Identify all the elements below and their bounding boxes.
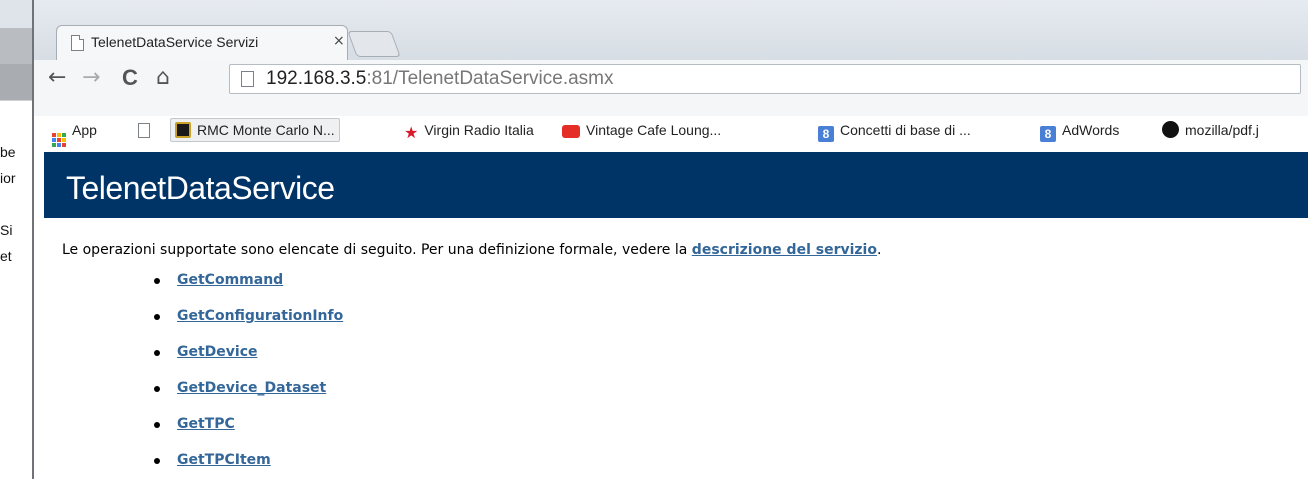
operation-link-gettpcitem[interactable]: GetTPCItem: [177, 452, 271, 468]
back-arrow-icon[interactable]: ←: [48, 65, 66, 91]
background-window: be ior Si et: [0, 0, 34, 479]
bullet-icon: [154, 278, 160, 284]
bullet-icon: [154, 314, 160, 320]
bookmark-adwords[interactable]: 8 AdWords: [1040, 118, 1119, 142]
bookmark-apps[interactable]: App: [52, 118, 97, 147]
divider: [0, 100, 34, 101]
operation-link-getconfigurationinfo[interactable]: GetConfigurationInfo: [177, 308, 343, 324]
background-text: et: [0, 248, 12, 264]
youtube-icon: [562, 125, 580, 138]
bullet-icon: [154, 386, 160, 392]
url-host: 192.168.3.5: [266, 68, 367, 89]
page-icon: [71, 35, 84, 51]
bookmark-label: App: [72, 122, 97, 138]
bullet-icon: [154, 458, 160, 464]
home-icon[interactable]: ⌂: [156, 65, 170, 91]
bookmark-label: mozilla/pdf.j: [1185, 122, 1259, 138]
url-path: :81/TelenetDataService.asmx: [366, 68, 614, 89]
google-icon: 8: [818, 126, 834, 142]
bookmark-label: Vintage Cafe Loung...: [586, 122, 722, 138]
bookmark-concetti[interactable]: 8 Concetti di base di ...: [818, 118, 971, 142]
bookmark-label: AdWords: [1062, 122, 1120, 138]
background-window-panel: [0, 28, 34, 64]
operation-link-gettpc[interactable]: GetTPC: [177, 416, 235, 432]
bookmark-vintage-cafe[interactable]: Vintage Cafe Loung...: [562, 118, 721, 142]
bookmark-label: RMC Monte Carlo N...: [197, 122, 335, 138]
forward-arrow-icon[interactable]: →: [82, 65, 100, 91]
service-description-link[interactable]: descrizione del servizio: [692, 242, 877, 258]
operation-link-getcommand[interactable]: GetCommand: [177, 272, 283, 288]
virgin-star-icon: ★: [404, 125, 419, 142]
rmc-icon: [175, 122, 191, 138]
bookmark-label: Concetti di base di ...: [840, 122, 971, 138]
tab-title: TelenetDataService Servizi: [91, 34, 259, 50]
background-window-panel-dark: [0, 64, 34, 100]
operation-link-getdevice-dataset[interactable]: GetDevice_Dataset: [177, 380, 326, 396]
browser-window: TelenetDataService Servizi × ← → C ⌂ 192…: [34, 0, 1308, 479]
page-title: TelenetDataService: [66, 170, 335, 206]
toolbar: ← → C ⌂ 192.168.3.5:81/TelenetDataServic…: [34, 60, 1308, 147]
bookmark-blank[interactable]: [138, 118, 156, 142]
github-icon: [1162, 121, 1179, 138]
bookmark-rmc[interactable]: RMC Monte Carlo N...: [170, 118, 340, 142]
reload-icon[interactable]: C: [122, 65, 138, 91]
google-icon: 8: [1040, 126, 1056, 142]
operation-link-getdevice[interactable]: GetDevice: [177, 344, 258, 360]
bullet-icon: [154, 422, 160, 428]
intro-text: Le operazioni supportate sono elencate d…: [62, 242, 692, 258]
background-text: ior: [0, 170, 16, 186]
bookmark-label: Virgin Radio Italia: [424, 122, 534, 138]
apps-grid-icon: [52, 133, 66, 147]
address-bar[interactable]: 192.168.3.5:81/TelenetDataService.asmx: [229, 64, 1301, 94]
url-text: 192.168.3.5:81/TelenetDataService.asmx: [266, 68, 614, 90]
page-icon: [241, 71, 254, 87]
bookmark-mozilla-pdfjs[interactable]: mozilla/pdf.j: [1162, 118, 1259, 142]
background-text: be: [0, 144, 16, 160]
background-window-titlebar: [0, 0, 34, 28]
intro-end: .: [876, 242, 882, 258]
page-header: TelenetDataService: [44, 152, 1308, 218]
intro-paragraph: Le operazioni supportate sono elencate d…: [62, 242, 881, 258]
close-icon[interactable]: ×: [333, 33, 345, 49]
browser-tab[interactable]: TelenetDataService Servizi ×: [56, 25, 348, 62]
page-content: TelenetDataService Le operazioni support…: [34, 152, 1308, 479]
blank-page-icon: [138, 123, 150, 138]
new-tab-button[interactable]: [347, 31, 401, 57]
bookmark-virgin[interactable]: ★ Virgin Radio Italia: [404, 118, 534, 142]
background-text: Si: [0, 222, 13, 238]
bullet-icon: [154, 350, 160, 356]
bookmarks-bar: App RMC Monte Carlo N... ★ Virgin Radio I…: [34, 112, 1308, 148]
tab-strip: TelenetDataService Servizi ×: [34, 0, 1308, 62]
